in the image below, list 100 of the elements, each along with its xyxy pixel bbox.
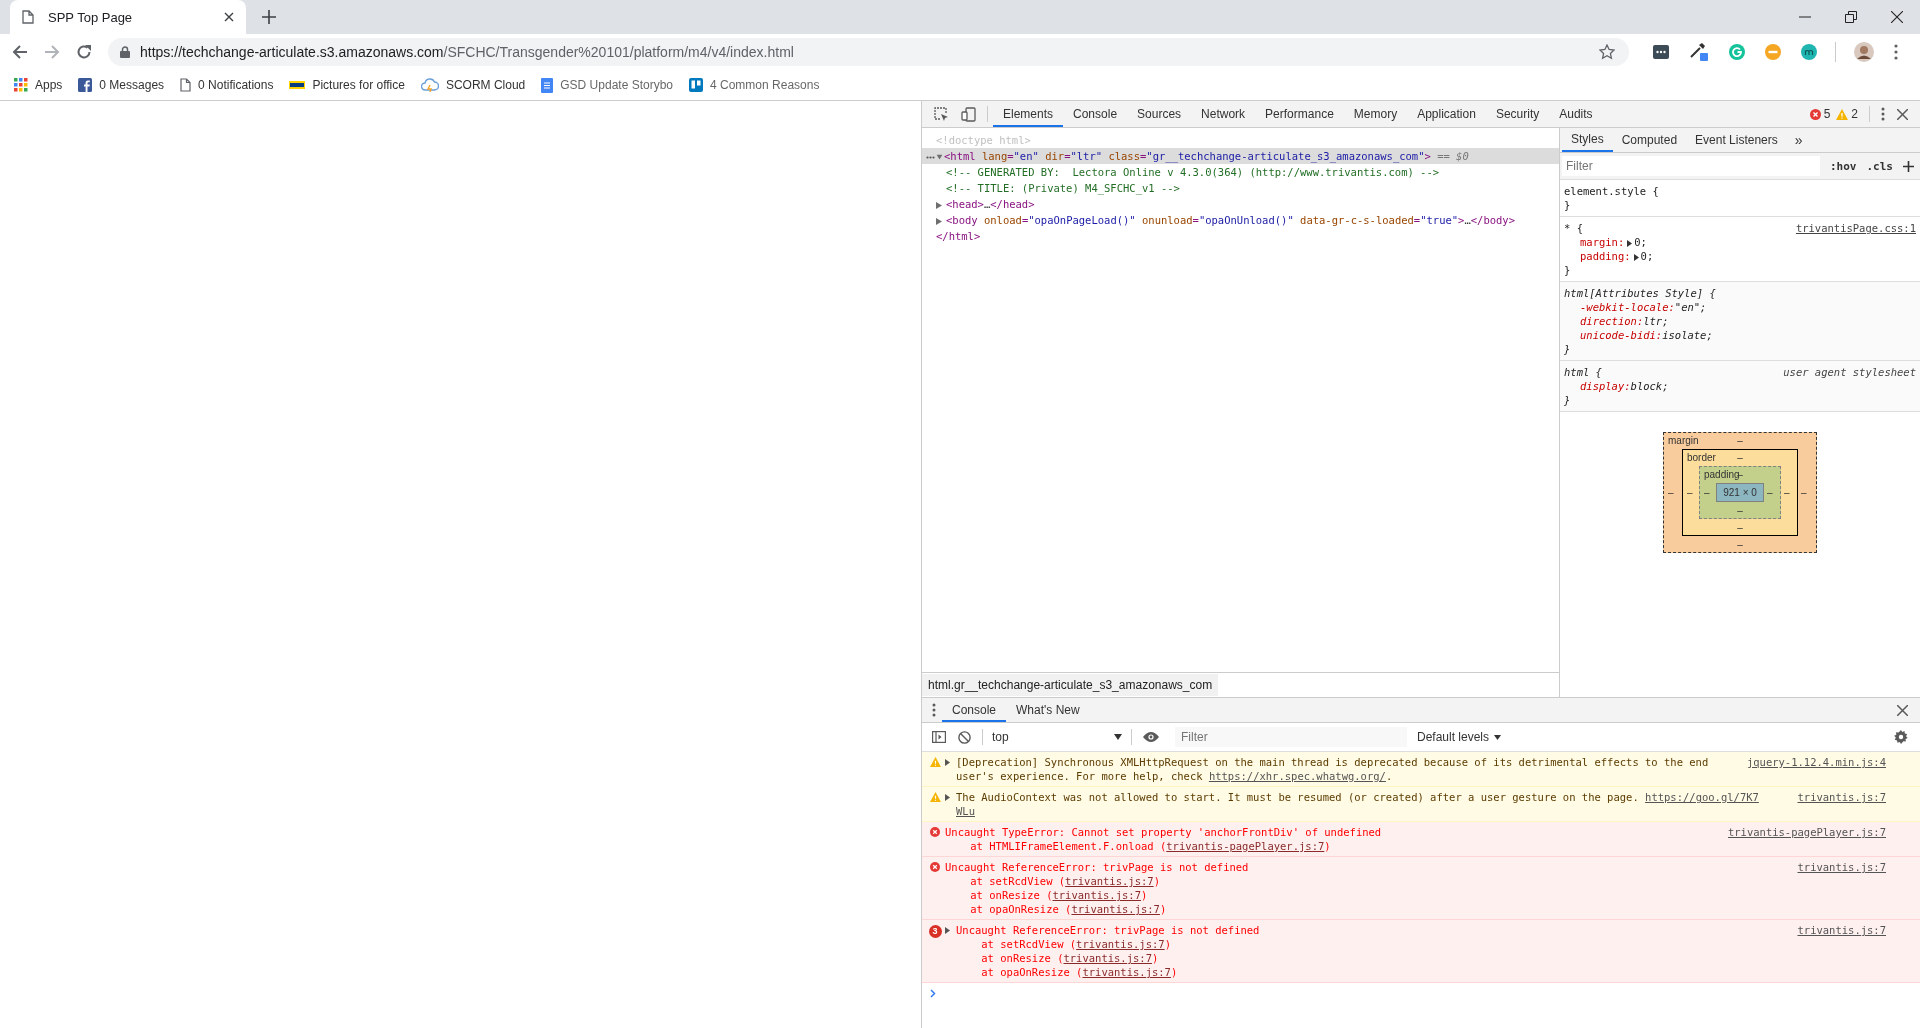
filter-field[interactable]: Filter [1562, 156, 1820, 176]
more-tabs[interactable]: » [1786, 128, 1811, 152]
filter-field[interactable]: Filter [1175, 727, 1407, 747]
source-link[interactable]: jquery-1.12.4.min.js:4 [1746, 755, 1886, 769]
link[interactable]: https://goo.gl/7K7 [1645, 791, 1759, 803]
warning-count[interactable]: 2 [1851, 107, 1858, 121]
link[interactable]: trivantis.js:7 [1065, 875, 1154, 887]
error-count[interactable]: 5 [1823, 107, 1831, 121]
close-icon[interactable] [1891, 11, 1903, 23]
error-icon [1809, 108, 1821, 120]
hover-toggle[interactable]: :hov [1830, 159, 1857, 173]
source-link[interactable]: trivantis.js:7 [1797, 790, 1886, 804]
warning-icon [929, 792, 941, 802]
error-icon [930, 862, 940, 872]
clear-icon[interactable] [958, 730, 971, 744]
dom-node[interactable]: <html lang="en" dir="ltr" class="gr__techchange-articulate_s3_amazonaws_com"> == $0 [922, 148, 1559, 164]
source-link[interactable]: trivantis.js:7 [1797, 923, 1886, 937]
ellipsis-icon[interactable] [926, 155, 935, 159]
link[interactable]: https://xhr.spec.whatwg.org/ [1208, 770, 1386, 782]
device-icon[interactable] [961, 106, 976, 122]
bookmark-item[interactable]: 0 Messages [78, 78, 165, 92]
link[interactable]: trivantis.js:7 [1052, 889, 1141, 901]
bookmark-item[interactable]: Pictures for office [289, 78, 405, 92]
link[interactable]: trivantis.js:7 [1076, 938, 1165, 950]
dom-node[interactable]: <head>…</head> [922, 196, 1559, 212]
bookmark-item[interactable]: 4 Common Reasons [689, 78, 820, 92]
drawer-tab[interactable]: What's New [1006, 698, 1090, 722]
bookmark-item[interactable]: Apps [14, 78, 63, 92]
close-icon[interactable] [1897, 108, 1908, 120]
devtools-tab[interactable]: Sources [1127, 101, 1192, 127]
star-icon[interactable] [1599, 44, 1615, 60]
prompt-chevron-icon[interactable] [930, 989, 936, 998]
css-declaration[interactable]: padding: 0; [1564, 249, 1916, 263]
dom-node[interactable]: </html> [922, 228, 1559, 244]
more-menu-icon[interactable] [1881, 107, 1885, 121]
close-icon[interactable] [224, 12, 234, 22]
styles-tab[interactable]: Event Listeners [1686, 128, 1787, 152]
class-toggle[interactable]: .cls [1866, 159, 1893, 173]
more-menu-icon[interactable] [932, 703, 936, 717]
bookmark-item[interactable]: GSD Update Storybo [541, 77, 673, 93]
bookmark-item[interactable]: 0 Notifications [180, 78, 274, 92]
inspect-icon[interactable] [934, 106, 949, 122]
address-bar[interactable]: https://techchange-articulate.s3.amazonaws.com/SFCHC/Transgender%20101/platform/m4/v4/index.html [108, 38, 1629, 66]
source-link[interactable]: trivantis.js:7 [1797, 860, 1886, 874]
breadcrumb[interactable]: html.gr__techchange-articulate_s3_amazonaws_com [922, 674, 1219, 696]
devtools-tab[interactable]: Elements [993, 101, 1064, 127]
link[interactable]: trivantis-pagePlayer.js:7 [1166, 840, 1325, 852]
avatar-icon[interactable] [1854, 42, 1874, 62]
devtools-tab[interactable]: Audits [1549, 101, 1603, 127]
reload-icon[interactable] [76, 44, 92, 60]
message-text: Uncaught ReferenceError: trivPage is not defined [956, 924, 1260, 936]
drawer-tab[interactable]: Console [942, 698, 1007, 722]
devtools-tab[interactable]: Security [1485, 101, 1550, 127]
message-text: ) [1152, 952, 1159, 964]
back-arrow-icon[interactable] [12, 44, 28, 60]
closing-brace: } [1564, 393, 1572, 407]
expand-triangle-icon[interactable] [945, 794, 950, 801]
css-declaration[interactable]: -webkit-locale:"en"; [1564, 300, 1916, 314]
devtools-tab[interactable]: Performance [1255, 101, 1344, 127]
devtools-tab[interactable]: Network [1191, 101, 1256, 127]
message-text: The AudioContext was not allowed to start. It must be resumed (or created) after a user gesture on the page. [956, 791, 1640, 803]
levels-dropdown[interactable]: Default levels [1417, 730, 1502, 744]
styles-tab[interactable]: Computed [1612, 128, 1687, 152]
expand-triangle-icon[interactable] [945, 927, 950, 934]
link[interactable]: trivantis.js:7 [1071, 903, 1160, 915]
message-text: ) [1324, 840, 1331, 852]
plus-icon[interactable] [1903, 160, 1914, 172]
close-icon[interactable] [1897, 704, 1908, 716]
context-select[interactable]: top [988, 730, 1126, 744]
page-icon [180, 78, 192, 92]
css-declaration[interactable]: margin: 0; [1564, 235, 1916, 249]
link[interactable]: WLu [956, 805, 975, 817]
devtools-tab[interactable]: Memory [1343, 101, 1408, 127]
expand-triangle-icon[interactable] [945, 759, 950, 766]
dom-node[interactable]: <!-- TITLE: (Private) M4_SFCHC_v1 --> [922, 180, 1559, 196]
plus-icon[interactable] [262, 10, 276, 24]
sidebar-icon[interactable] [932, 731, 946, 743]
browser-tab[interactable]: SPP Top Page [10, 0, 246, 34]
more-menu-icon[interactable] [1894, 44, 1898, 60]
source-link[interactable]: trivantis-pagePlayer.js:7 [1727, 825, 1886, 839]
caret-icon [1494, 734, 1502, 740]
link[interactable]: trivantis.js:7 [1063, 952, 1152, 964]
css-declaration[interactable]: unicode-bidi:isolate; [1564, 328, 1916, 342]
bookmark-item[interactable]: SCORM Cloud [420, 78, 526, 92]
css-declaration[interactable]: direction:ltr; [1564, 314, 1916, 328]
dom-node[interactable]: <!-- GENERATED BY: Lectora Online v 4.3.0(364) (http://www.trivantis.com) --> [922, 164, 1559, 180]
extension-icon[interactable] [1653, 45, 1669, 59]
css-declaration[interactable]: display:block; [1564, 379, 1916, 393]
restore-icon[interactable] [1845, 11, 1857, 23]
settings-icon[interactable] [1894, 730, 1908, 744]
extension-icon[interactable] [1801, 44, 1817, 60]
devtools-tab[interactable]: Application [1407, 101, 1486, 127]
link[interactable]: trivantis.js:7 [1082, 966, 1171, 978]
board-icon [689, 78, 703, 92]
document-icon [541, 77, 554, 93]
dom-node[interactable]: <body onload="opaOnPageLoad()" onunload="opaOnUnload()" data-gr-c-s-loaded="true">…</body> [922, 212, 1559, 228]
message-text: ) [1164, 938, 1171, 950]
devtools-tab[interactable]: Console [1063, 101, 1128, 127]
eye-icon[interactable] [1143, 732, 1159, 742]
rule-source[interactable]: trivantisPage.css:1 [1795, 221, 1916, 235]
